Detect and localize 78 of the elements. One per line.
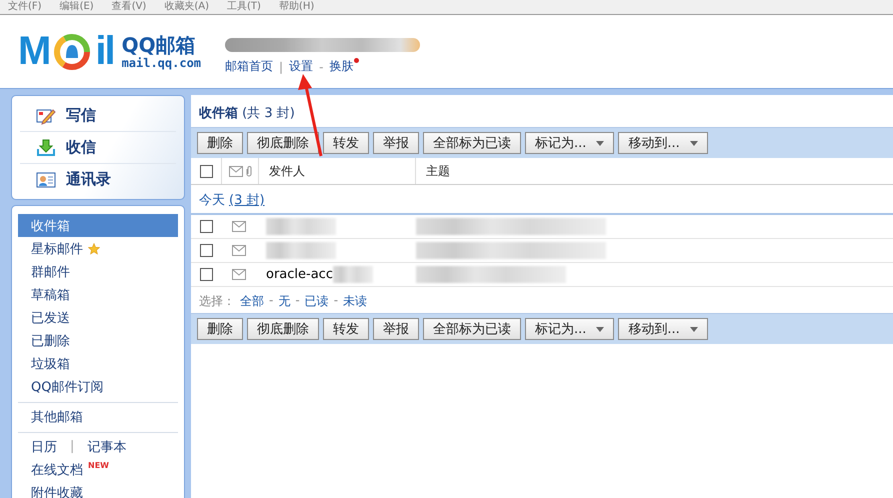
blurred-text <box>266 218 336 235</box>
toolbar-button[interactable]: 删除 <box>197 318 243 340</box>
sidebar-link[interactable]: 日历 <box>31 438 57 456</box>
toolbar-button[interactable]: 彻底删除 <box>247 132 319 154</box>
sidebar-item[interactable]: 星标邮件 <box>18 237 178 260</box>
group-label: 今天 <box>199 192 225 209</box>
select-label: 选择： <box>199 293 235 307</box>
column-header[interactable]: 主题 <box>426 164 450 178</box>
select-link[interactable]: 全部 <box>240 293 264 307</box>
logo-name: QQ邮箱 <box>122 34 197 56</box>
sidebar-action[interactable]: 写信 <box>20 100 176 132</box>
envelope-icon <box>228 166 242 176</box>
sidebar-item[interactable]: 垃圾箱 <box>18 352 178 375</box>
contact-card-icon <box>36 170 56 188</box>
pencil-note-icon <box>36 106 56 124</box>
toolbar-button[interactable]: 转发 <box>323 132 369 154</box>
logo-ring-icon <box>53 32 92 70</box>
toolbar-button[interactable]: 全部标为已读 <box>423 318 521 340</box>
sidebar-link[interactable]: 记事本 <box>87 438 126 456</box>
envelope-icon <box>232 269 246 280</box>
menu-item[interactable]: 帮助(H) <box>278 0 314 14</box>
select-link[interactable]: 无 <box>278 293 290 307</box>
dropdown-button[interactable]: 标记为... <box>525 318 614 340</box>
column-header[interactable]: 发件人 <box>269 162 305 180</box>
sidebar-item[interactable]: 已删除 <box>18 329 178 352</box>
sidebar-link[interactable]: 在线文档 <box>31 460 83 478</box>
envelope-icon <box>232 245 246 256</box>
envelope-icon <box>232 221 246 232</box>
sidebar-item[interactable]: 收件箱 <box>18 214 178 237</box>
sidebar-item[interactable]: 附件收藏 <box>18 481 178 498</box>
menu-item[interactable]: 查看(V) <box>112 0 146 14</box>
select-link[interactable]: 已读 <box>304 293 329 307</box>
sidebar-action[interactable]: 通讯录 <box>20 164 176 195</box>
checkbox[interactable] <box>200 220 212 233</box>
select-link[interactable]: 未读 <box>343 293 368 307</box>
logo-letter: il <box>95 29 114 74</box>
sidebar-action[interactable]: 收信 <box>20 132 176 164</box>
menu-item[interactable]: 文件(F) <box>8 0 42 14</box>
checkbox[interactable] <box>200 244 212 257</box>
star-icon <box>88 242 100 254</box>
separator-text: - <box>334 293 338 307</box>
toolbar-button[interactable]: 彻底删除 <box>247 318 319 340</box>
sidebar-item[interactable]: QQ邮件订阅 <box>18 375 178 398</box>
toolbar-button[interactable]: 删除 <box>197 132 243 154</box>
paperclip-icon <box>246 166 252 176</box>
menu-item[interactable]: 编辑(E) <box>60 0 94 14</box>
dropdown-button[interactable]: 移动到... <box>618 132 708 154</box>
menu-item[interactable]: 收藏夹(A) <box>164 0 209 14</box>
toolbar-button[interactable]: 转发 <box>323 318 369 340</box>
checkbox[interactable] <box>200 164 212 178</box>
sender-text: oracle-acc <box>266 267 333 282</box>
header-link[interactable]: 换肤 <box>329 58 360 75</box>
blurred-text <box>332 266 373 283</box>
mailbox-title: 收件箱 (共 3 封) <box>198 105 296 123</box>
header-link[interactable]: 邮箱首页 <box>225 58 274 75</box>
toolbar-button[interactable]: 举报 <box>373 132 419 154</box>
group-count-link[interactable]: (3 封) <box>229 191 265 209</box>
separator-text: | <box>70 439 74 454</box>
blurred-text <box>266 242 336 259</box>
dropdown-button[interactable]: 标记为... <box>525 132 614 154</box>
separator-text: - <box>295 293 300 307</box>
dropdown-button[interactable]: 移动到... <box>618 318 708 340</box>
separator-text: - <box>269 293 274 307</box>
menu-item[interactable]: 工具(T) <box>227 0 261 14</box>
inbox-download-icon <box>36 138 56 156</box>
new-label: NEW <box>88 461 109 470</box>
sidebar-item[interactable]: 已发送 <box>18 306 178 329</box>
separator-text: - <box>319 60 324 74</box>
sidebar-item[interactable]: 群邮件 <box>18 260 178 283</box>
logo-letter: M <box>18 29 50 74</box>
sidebar-item[interactable]: 草稿箱 <box>18 283 178 306</box>
header-link[interactable]: 设置 <box>289 58 314 75</box>
toolbar-button[interactable]: 全部标为已读 <box>423 132 521 154</box>
logo-domain: mail.qq.com <box>122 56 202 70</box>
checkbox[interactable] <box>200 268 212 281</box>
toolbar-button[interactable]: 举报 <box>373 318 419 340</box>
sidebar-item[interactable]: 其他邮箱 <box>18 405 178 428</box>
separator-text: | <box>279 60 284 74</box>
